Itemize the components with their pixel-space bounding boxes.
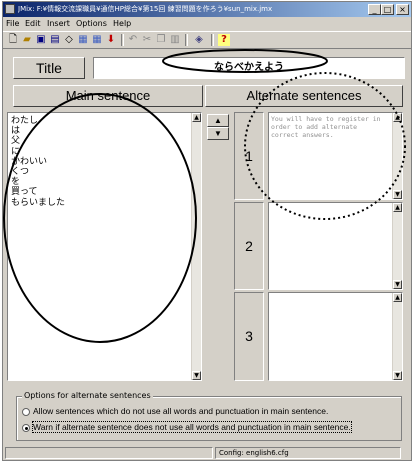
alternate-sentence-2[interactable]: ▲ ▼ <box>268 202 403 290</box>
scroll-up-arrow-icon[interactable]: ▲ <box>393 293 402 302</box>
open-folder-icon[interactable]: ▰ <box>21 34 33 46</box>
radio-selected-dot <box>25 427 28 430</box>
paste-icon[interactable]: ▥ <box>169 34 181 46</box>
app-window: JMix: F:¥情報交流課職員¥通信HP総合¥第15回 練習問題を作ろう¥su… <box>2 1 412 461</box>
maximize-button[interactable]: □ <box>381 4 394 15</box>
alternate-options-group: Options for alternate sentences Allow se… <box>16 391 402 441</box>
line: を <box>11 177 21 188</box>
allow-partial-label[interactable]: Allow sentences which do not use all wor… <box>33 406 328 416</box>
main-sentence-button[interactable]: Main sentence <box>13 85 203 107</box>
title-input[interactable]: ならべかえよう <box>93 57 405 79</box>
line: 買って <box>11 187 38 198</box>
status-bar: Config: english6.cfg <box>3 446 411 460</box>
alternate-sentence-1[interactable]: You will have to register in order to ad… <box>268 112 403 200</box>
options-legend: Options for alternate sentences <box>22 391 153 400</box>
undo-icon[interactable]: ↶ <box>127 34 139 46</box>
create-webpage-alt-icon[interactable]: ▦ <box>91 34 103 46</box>
scroll-down-arrow-icon[interactable]: ▼ <box>393 371 402 380</box>
save-icon[interactable]: ▣ <box>35 34 47 46</box>
alt-scrollbar-3[interactable]: ▲ ▼ <box>392 293 402 380</box>
alt-scrollbar-1[interactable]: ▲ ▼ <box>392 113 402 199</box>
down-arrow-icon[interactable]: ⬇ <box>105 34 117 46</box>
line: くつ <box>11 167 30 178</box>
menu-bar: File Edit Insert Options Help <box>3 17 411 30</box>
warn-partial-radio[interactable] <box>22 424 30 432</box>
status-panel-empty <box>5 447 213 459</box>
line: に <box>11 146 21 157</box>
minimize-button[interactable]: _ <box>368 4 381 15</box>
menu-insert[interactable]: Insert <box>47 17 70 30</box>
menu-help[interactable]: Help <box>113 17 131 30</box>
alt-number-3: 3 <box>234 292 264 381</box>
create-webpage-icon[interactable]: ▦ <box>77 34 89 46</box>
alternate-sentences-button[interactable]: Alternate sentences <box>205 85 403 107</box>
allow-partial-radio[interactable] <box>22 408 30 416</box>
copy-icon[interactable]: ❐ <box>155 34 167 46</box>
toolbar-separator <box>121 34 124 46</box>
alternate-sentence-3[interactable]: ▲ ▼ <box>268 292 403 381</box>
menu-edit[interactable]: Edit <box>25 17 41 30</box>
toolbar-separator <box>211 34 214 46</box>
save-as-icon[interactable]: ▤ <box>49 34 61 46</box>
scroll-down-arrow-icon[interactable]: ▼ <box>192 371 201 380</box>
alt-number-2: 2 <box>234 202 264 290</box>
scroll-down-arrow-icon[interactable]: ▼ <box>393 190 402 199</box>
main-sentence-text: わたし は 父 に かわいい くつ を 買って もらいました <box>11 116 65 208</box>
eraser-icon[interactable]: ◇ <box>63 34 75 46</box>
scroll-down-arrow-icon[interactable]: ▼ <box>393 280 402 289</box>
main-scrollbar[interactable]: ▲ ▼ <box>191 113 201 380</box>
scroll-up-arrow-icon[interactable]: ▲ <box>393 203 402 212</box>
line: わたし <box>11 116 39 126</box>
scroll-up-arrow-icon[interactable]: ▲ <box>393 113 402 122</box>
title-bar: JMix: F:¥情報交流課職員¥通信HP総合¥第15回 練習問題を作ろう¥su… <box>3 2 411 17</box>
main-sentence-textarea[interactable]: わたし は 父 に かわいい くつ を 買って もらいました ▲ ▼ <box>7 112 202 381</box>
toolbar-separator <box>185 34 188 46</box>
alt-scrollbar-2[interactable]: ▲ ▼ <box>392 203 402 289</box>
move-up-button[interactable]: ▲ <box>207 114 229 127</box>
line: 父 <box>11 136 21 147</box>
line: は <box>11 126 21 137</box>
cut-icon[interactable]: ✂ <box>141 34 153 46</box>
app-icon <box>5 4 15 14</box>
title-button[interactable]: Title <box>13 57 85 79</box>
menu-file[interactable]: File <box>6 17 19 30</box>
alt-number-1: 1 <box>234 112 264 200</box>
scroll-up-arrow-icon[interactable]: ▲ <box>192 113 201 122</box>
close-button[interactable]: × <box>396 4 409 15</box>
window-title: JMix: F:¥情報交流課職員¥通信HP総合¥第15回 練習問題を作ろう¥su… <box>18 5 273 13</box>
move-down-button[interactable]: ▼ <box>207 127 229 140</box>
warn-partial-label[interactable]: Warn if alternate sentence does not use … <box>32 421 352 433</box>
line: かわいい <box>11 156 48 167</box>
new-file-icon[interactable]: 🗋 <box>7 34 19 46</box>
alt-placeholder-text: You will have to register in order to ad… <box>271 115 381 139</box>
status-config: Config: english6.cfg <box>215 447 401 459</box>
line: もらいました <box>11 197 66 208</box>
help-icon[interactable]: ? <box>218 34 230 46</box>
menu-options[interactable]: Options <box>76 17 107 30</box>
config-icon[interactable]: ◈ <box>193 34 205 46</box>
toolbar: 🗋 ▰ ▣ ▤ ◇ ▦ ▦ ⬇ ↶ ✂ ❐ ▥ ◈ ? <box>3 31 411 49</box>
